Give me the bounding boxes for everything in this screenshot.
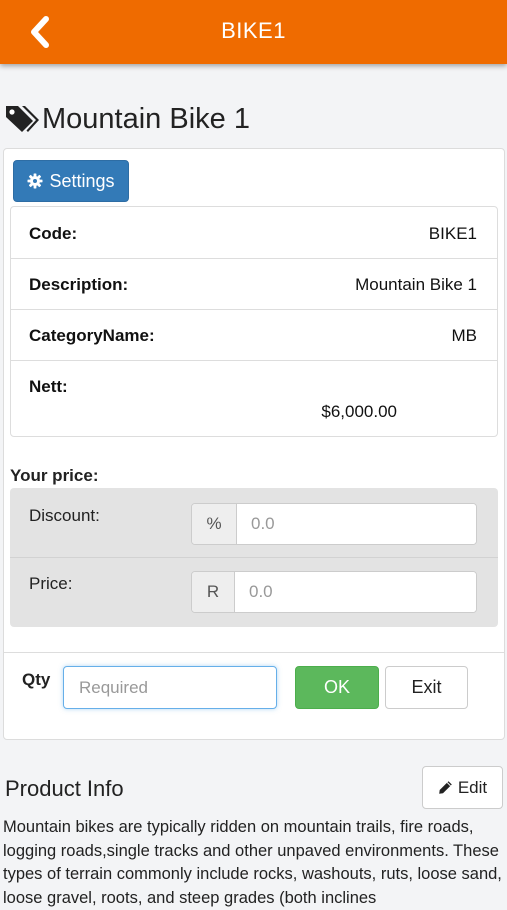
detail-row-category: CategoryName: MB: [11, 310, 497, 361]
price-input-group: R: [191, 571, 477, 613]
page-title: Mountain Bike 1: [42, 102, 250, 135]
detail-label: Description:: [29, 275, 129, 294]
product-info-title: Product Info: [5, 776, 124, 801]
pencil-icon: [439, 781, 452, 794]
detail-row-description: Description: Mountain Bike 1: [11, 259, 497, 310]
detail-row-nett: Nett: $6,000.00: [11, 361, 497, 436]
header-title: BIKE1: [221, 18, 286, 43]
edit-button-label: Edit: [457, 777, 488, 797]
discount-addon: %: [192, 504, 237, 544]
detail-value: Mountain Bike 1: [355, 275, 477, 294]
product-description: Mountain bikes are typically ridden on m…: [3, 818, 502, 907]
price-addon: R: [192, 572, 235, 612]
top-app-bar: BIKE1: [0, 0, 507, 64]
detail-value: $6,000.00: [321, 402, 397, 421]
qty-label: Qty: [22, 670, 51, 689]
price-divider: [10, 557, 498, 558]
gear-icon: [27, 173, 43, 189]
detail-label: Code:: [29, 224, 78, 243]
edit-button[interactable]: Edit: [422, 766, 503, 809]
discount-label: Discount:: [29, 506, 100, 525]
settings-button[interactable]: Settings: [13, 160, 129, 202]
price-label: Price:: [29, 574, 73, 593]
detail-value: MB: [451, 326, 478, 345]
detail-value: BIKE1: [428, 224, 477, 243]
exit-button[interactable]: Exit: [385, 666, 468, 709]
detail-label: Nett:: [29, 377, 68, 396]
discount-input[interactable]: [237, 504, 476, 544]
settings-button-label: Settings: [49, 170, 115, 191]
detail-label: CategoryName:: [29, 326, 155, 345]
discount-input-group: %: [191, 503, 477, 545]
qty-input[interactable]: [63, 666, 277, 709]
tags-icon: [6, 106, 39, 132]
page-title-row: Mountain Bike 1: [4, 96, 484, 142]
ok-button[interactable]: OK: [295, 666, 379, 709]
price-input[interactable]: [235, 572, 476, 612]
divider: [4, 652, 504, 653]
your-price-heading: Your price:: [10, 466, 99, 485]
detail-row-code: Code: BIKE1: [11, 207, 497, 259]
details-table: Code: BIKE1 Description: Mountain Bike 1…: [10, 206, 498, 437]
